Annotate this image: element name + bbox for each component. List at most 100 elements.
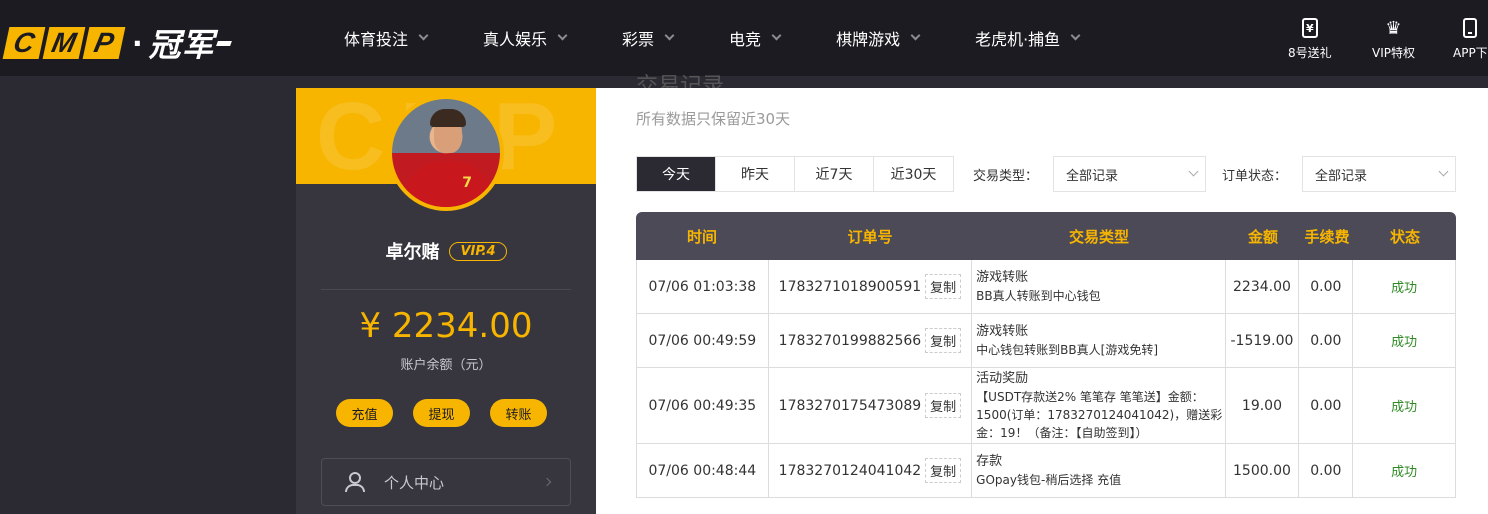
account-sidebar: CMP 卓尔赌 VIP.4 ¥ 2234.00 账户余额（元） 充值 提现 转账… <box>296 88 596 514</box>
column-header-fee: 手续费 <box>1304 227 1350 246</box>
quick-link-label: APP下 <box>1453 46 1488 60</box>
phone-icon <box>1458 16 1482 40</box>
cell-type: 游戏转账 BB真人转账到中心钱包 <box>972 260 1226 313</box>
copy-button[interactable]: 复制 <box>925 328 962 353</box>
quick-link-label: VIP特权 <box>1372 46 1415 60</box>
table-header: 时间 订单号 交易类型 金额 手续费 状态 <box>636 212 1456 260</box>
status-badge: 成功 <box>1391 465 1418 480</box>
select-value: 全部记录 <box>1066 168 1119 184</box>
nav-item-slots-fishing[interactable]: 老虎机·捕鱼 <box>975 0 1081 76</box>
table-row: 07/06 00:49:35 1783270175473089 复制 活动奖励【U… <box>637 368 1455 444</box>
nav-item-lottery[interactable]: 彩票 <box>622 0 675 76</box>
wallet-actions: 充值 提现 转账 <box>336 399 547 427</box>
chevron-down-icon <box>771 30 782 41</box>
type-title: 存款 <box>976 453 1003 469</box>
cell-type: 游戏转账中心钱包转账到BB真人[游戏免转] <box>972 314 1226 367</box>
top-bar: C M P · 冠军 体育投注 真人娱乐 彩票 电竞 棋牌游戏 老虎机·捕鱼 ¥… <box>0 0 1488 76</box>
chevron-down-icon <box>418 30 429 41</box>
logo-text: 冠军 <box>148 26 215 64</box>
deposit-button[interactable]: 充值 <box>336 399 393 427</box>
cell-amount: 2234.00 <box>1226 260 1300 313</box>
type-title: 活动奖励 <box>976 370 1029 386</box>
cell-time: 07/06 00:49:59 <box>637 314 769 367</box>
type-title: 游戏转账 <box>976 269 1029 285</box>
quick-link-vip[interactable]: ♛ VIP特权 <box>1372 16 1415 61</box>
logo-letter: C <box>2 27 46 59</box>
nav-label: 体育投注 <box>344 30 409 49</box>
nav-label: 彩票 <box>622 30 655 49</box>
nav-label: 棋牌游戏 <box>836 30 901 49</box>
copy-button[interactable]: 复制 <box>925 393 962 418</box>
date-range-tabs: 今天 昨天 近7天 近30天 <box>636 156 954 192</box>
nav-item-sports[interactable]: 体育投注 <box>344 0 429 76</box>
status-badge: 成功 <box>1391 281 1418 296</box>
status-badge: 成功 <box>1391 400 1418 415</box>
nav-item-card-games[interactable]: 棋牌游戏 <box>836 0 921 76</box>
order-status-select[interactable]: 全部记录 <box>1302 156 1456 192</box>
cell-amount: 1500.00 <box>1226 444 1300 497</box>
chevron-right-icon <box>542 477 552 487</box>
sidebar-item-label: 个人中心 <box>384 473 445 492</box>
status-badge: 成功 <box>1391 335 1418 350</box>
chevron-down-icon <box>1438 166 1449 177</box>
quick-link-gift[interactable]: ¥ 8号送礼 <box>1288 16 1332 61</box>
nav-label: 真人娱乐 <box>483 30 548 49</box>
type-desc: 中心钱包转账到BB真人[游戏免转] <box>976 342 1159 357</box>
ticket-glyph: ¥ <box>1301 18 1318 38</box>
cell-status: 成功 <box>1353 444 1455 497</box>
type-title: 游戏转账 <box>976 323 1029 339</box>
cell-order: 1783270124041042 复制 <box>769 444 973 497</box>
sidebar-item-personal-center[interactable]: 个人中心 <box>321 458 571 506</box>
tab-yesterday[interactable]: 昨天 <box>716 157 795 191</box>
page-subtitle: 所有数据只保留近30天 <box>636 110 791 128</box>
username-row: 卓尔赌 VIP.4 <box>296 238 596 264</box>
logo[interactable]: C M P · 冠军 <box>2 20 232 66</box>
cell-type: 活动奖励【USDT存款送2% 笔笔存 笔笔送】金额：1500(订单：178327… <box>972 368 1226 443</box>
transaction-type-label: 交易类型： <box>973 169 1039 184</box>
transfer-button[interactable]: 转账 <box>490 399 547 427</box>
cell-order: 1783270175473089 复制 <box>769 368 973 443</box>
tab-last-30-days[interactable]: 近30天 <box>874 157 953 191</box>
cell-status: 成功 <box>1353 260 1455 313</box>
logo-letters: C M P <box>2 27 126 59</box>
quick-link-app[interactable]: APP下 <box>1453 16 1488 61</box>
copy-button[interactable]: 复制 <box>925 274 962 299</box>
type-desc: 【USDT存款送2% 笔笔存 笔笔送】金额：1500(订单：1783270124… <box>976 389 1223 440</box>
chevron-down-icon <box>557 30 568 41</box>
logo-letter: M <box>42 27 86 59</box>
select-value: 全部记录 <box>1315 168 1368 184</box>
transaction-type-select[interactable]: 全部记录 <box>1053 156 1206 192</box>
cell-time: 07/06 00:49:35 <box>637 368 769 443</box>
table-row: 07/06 00:48:44 1783270124041042 复制 存款 GOpa… <box>637 444 1455 498</box>
column-header-time: 时间 <box>686 227 717 246</box>
logo-dash <box>215 40 232 46</box>
nav-item-esports[interactable]: 电竞 <box>729 0 782 76</box>
chevron-down-icon <box>664 30 675 41</box>
quick-link-label: 8号送礼 <box>1288 46 1332 60</box>
chevron-down-icon <box>1070 30 1081 41</box>
table-row: 07/06 00:49:59 1783270199882566 复制 游戏转账中心… <box>637 314 1455 368</box>
logo-dot: · <box>132 26 143 60</box>
page-title: 交易记录 <box>636 74 725 88</box>
avatar[interactable] <box>388 95 504 211</box>
order-number: 1783270199882566 <box>778 332 922 349</box>
withdraw-button[interactable]: 提现 <box>413 399 470 427</box>
vip-badge: VIP.4 <box>449 241 507 261</box>
logo-letter: P <box>82 27 126 59</box>
type-desc: GOpay钱包-稍后选择 充值 <box>976 472 1122 487</box>
copy-button[interactable]: 复制 <box>925 458 962 483</box>
cell-amount: 19.00 <box>1226 368 1300 443</box>
tab-last-7-days[interactable]: 近7天 <box>795 157 874 191</box>
cell-order: 1783271018900591 复制 <box>769 260 973 313</box>
main-panel: 交易记录 所有数据只保留近30天 今天 昨天 近7天 近30天 交易类型： 全部… <box>596 74 1488 514</box>
cell-amount: -1519.00 <box>1226 314 1300 367</box>
tab-today[interactable]: 今天 <box>637 157 716 191</box>
cell-fee: 0.00 <box>1299 444 1354 497</box>
username: 卓尔赌 <box>385 242 440 263</box>
cell-status: 成功 <box>1353 368 1455 443</box>
column-header-amount: 金额 <box>1247 227 1278 246</box>
ticket-icon: ¥ <box>1298 16 1322 40</box>
user-icon <box>344 472 365 492</box>
nav-item-live-casino[interactable]: 真人娱乐 <box>483 0 568 76</box>
cell-status: 成功 <box>1353 314 1455 367</box>
